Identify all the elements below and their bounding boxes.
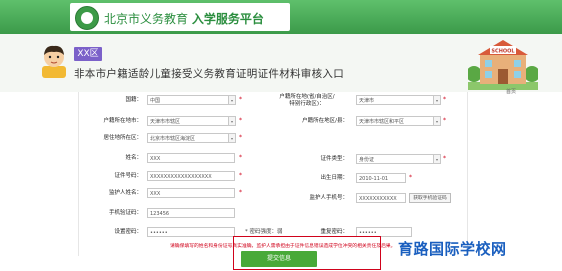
id-number-input[interactable]: XXXXXXXXXXXXXXXXXX [147, 171, 235, 181]
required-mark: * [443, 155, 446, 162]
guardian-phone-label: 监护人手机号： [309, 195, 348, 201]
required-mark: * [239, 96, 242, 103]
guardian-phone-input[interactable]: XXXXXXXXXXX [356, 193, 406, 203]
site-name: 北京市义务教育 [104, 12, 189, 26]
household-region-select[interactable]: 天津市 [356, 95, 434, 105]
district-tag: XX区 [74, 47, 102, 61]
chevron-down-icon[interactable]: ▾ [434, 154, 441, 164]
password-label: 设置密码： [114, 229, 142, 235]
household-district-label: 户籍所在地区/县： [302, 118, 348, 124]
chevron-down-icon[interactable]: ▾ [229, 95, 236, 105]
required-mark: * [239, 154, 242, 161]
nationality-label: 国籍： [125, 97, 142, 103]
required-mark: * [443, 96, 446, 103]
brand[interactable]: 北京市义务教育 入学服务平台 [70, 3, 290, 31]
required-mark: * [239, 189, 242, 196]
birth-date-label: 出生日期： [320, 175, 348, 181]
site-title: 北京市义务教育 入学服务平台 [104, 10, 264, 27]
nationality-select[interactable]: 中国 [147, 95, 229, 105]
page-heading: 非本市户籍适龄儿童接受义务教育证明证件材料审核入口 [74, 68, 344, 80]
guardian-name-input[interactable]: XXX [147, 188, 235, 198]
required-mark: * [409, 174, 412, 181]
logo-icon [75, 6, 99, 30]
guardian-name-label: 监护人姓名： [108, 190, 142, 196]
child-avatar-icon [42, 45, 66, 78]
id-type-select[interactable]: 身份证 [356, 154, 434, 164]
name-input[interactable]: XXX [147, 153, 235, 163]
notice-text: 请确保填写的姓名和身份证号真实准确，监护人需承担由于证件信息错误造成学位冲突的相… [170, 244, 396, 249]
chevron-down-icon[interactable]: ▾ [434, 116, 441, 126]
get-sms-code-button[interactable]: 获取手机验证码 [409, 193, 451, 203]
household-district-select[interactable]: 天津市市辖区和平区 [356, 116, 434, 126]
residence-district-select[interactable]: 北京市市辖区海淀区 [147, 133, 229, 143]
submit-button[interactable]: 提交信息 [241, 251, 317, 267]
id-type-label: 证件类型： [320, 156, 348, 162]
chevron-down-icon[interactable]: ▾ [434, 95, 441, 105]
household-city-label: 户籍所在地市： [103, 118, 142, 124]
required-mark: * [443, 117, 446, 124]
required-mark: * [239, 117, 242, 124]
password-input[interactable]: •••••• [147, 227, 235, 237]
school-building-icon: SCHOOL [468, 40, 538, 90]
name-label: 姓名： [125, 155, 142, 161]
watermark: 育路国际学校网 [398, 240, 507, 258]
id-number-label: 证件号码： [114, 173, 142, 179]
chevron-down-icon[interactable]: ▾ [229, 133, 236, 143]
required-mark: * [239, 134, 242, 141]
required-mark: * [239, 172, 242, 179]
platform-name: 入学服务平台 [191, 12, 264, 26]
home-hint: 首页 [506, 89, 517, 95]
mobile-code-label: 手机验证码： [108, 210, 142, 216]
header-bar: 北京市义务教育 入学服务平台 [0, 0, 562, 34]
password-strength: * 密码强度：弱 [245, 229, 283, 235]
birth-date-input[interactable]: 2010-11-01 [356, 173, 406, 183]
residence-district-label: 居住地所在区： [103, 135, 142, 141]
chevron-down-icon[interactable]: ▾ [229, 116, 236, 126]
household-region-label: 户籍所在地(省/自治区/特别行政区)： [279, 94, 335, 107]
confirm-password-label: 重复密码： [320, 229, 348, 235]
mobile-code-input[interactable]: 123456 [147, 208, 235, 218]
svg-text:SCHOOL: SCHOOL [491, 49, 515, 55]
household-city-select[interactable]: 天津市市辖区 [147, 116, 229, 126]
